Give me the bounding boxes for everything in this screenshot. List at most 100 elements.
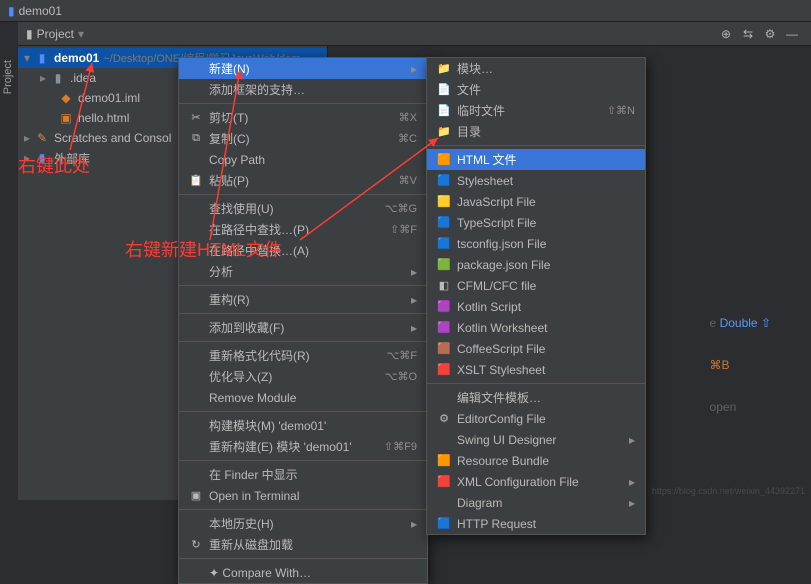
menu-item[interactable]: 🟧HTML 文件 xyxy=(427,149,645,170)
menu-item[interactable]: Copy Path xyxy=(179,149,427,170)
submenu-arrow-icon: ▸ xyxy=(411,517,417,531)
dropdown-icon[interactable]: ▾ xyxy=(78,27,84,41)
context-menu-new: 📁模块…📄文件📄临时文件⇧⌘N📁目录🟧HTML 文件🟦Stylesheet🟨Ja… xyxy=(426,57,646,535)
menu-item[interactable]: ⧉复制(C)⌘C xyxy=(179,128,427,149)
menu-item[interactable]: 🟥XSLT Stylesheet xyxy=(427,359,645,380)
menu-item-label: Copy Path xyxy=(209,153,417,167)
menu-item[interactable]: Remove Module xyxy=(179,387,427,408)
menu-item[interactable]: 📁模块… xyxy=(427,58,645,79)
menu-item[interactable]: 📄文件 xyxy=(427,79,645,100)
menu-item-icon: 📄 xyxy=(435,104,453,117)
menu-item[interactable]: 重新格式化代码(R)⌥⌘F xyxy=(179,345,427,366)
target-icon[interactable]: ⊕ xyxy=(718,27,734,41)
menu-item[interactable]: 🟦TypeScript File xyxy=(427,212,645,233)
menu-item-icon: ✂ xyxy=(187,111,205,124)
menu-separator xyxy=(179,411,427,412)
menu-separator xyxy=(427,145,645,146)
menu-item-label: Stylesheet xyxy=(457,174,635,188)
menu-item-label: Kotlin Script xyxy=(457,300,635,314)
menu-item[interactable]: ↻重新从磁盘加载 xyxy=(179,534,427,555)
menu-separator xyxy=(179,313,427,314)
menu-item[interactable]: 在路径中替换…(A) xyxy=(179,240,427,261)
menu-item[interactable]: ◧CFML/CFC file xyxy=(427,275,645,296)
menu-item-label: EditorConfig File xyxy=(457,412,635,426)
chevron-right-icon[interactable]: ▸ xyxy=(24,131,34,145)
menu-item-icon: 🟧 xyxy=(435,153,453,166)
menu-item[interactable]: 分析▸ xyxy=(179,261,427,282)
menu-item-label: 复制(C) xyxy=(209,130,398,147)
menu-item[interactable]: 📋粘贴(P)⌘V xyxy=(179,170,427,191)
menu-item-label: CoffeeScript File xyxy=(457,342,635,356)
menu-item-icon: ⧉ xyxy=(187,132,205,145)
menu-item[interactable]: Swing UI Designer▸ xyxy=(427,429,645,450)
project-title: demo01 xyxy=(19,4,62,18)
menu-item[interactable]: 🟨JavaScript File xyxy=(427,191,645,212)
hide-icon[interactable]: — xyxy=(784,27,800,41)
menu-item[interactable]: 添加到收藏(F)▸ xyxy=(179,317,427,338)
menu-item[interactable]: 重新构建(E) 模块 'demo01'⇧⌘F9 xyxy=(179,436,427,457)
menu-item[interactable]: ✂剪切(T)⌘X xyxy=(179,107,427,128)
menu-item[interactable]: 重构(R)▸ xyxy=(179,289,427,310)
menu-item-shortcut: ⌥⌘O xyxy=(385,370,417,383)
menu-item[interactable]: 🟩package.json File xyxy=(427,254,645,275)
menu-separator xyxy=(179,460,427,461)
tree-item-label: hello.html xyxy=(78,111,129,125)
menu-item[interactable]: 🟪 Kotlin Script xyxy=(427,296,645,317)
tree-root-label: demo01 xyxy=(54,51,99,65)
menu-item[interactable]: 🟫 CoffeeScript File xyxy=(427,338,645,359)
submenu-arrow-icon: ▸ xyxy=(411,265,417,279)
menu-item-label: 新建(N) xyxy=(209,60,405,77)
menu-item-label: Resource Bundle xyxy=(457,454,635,468)
menu-item-label: 编辑文件模板… xyxy=(457,389,635,406)
menu-item[interactable]: Diagram▸ xyxy=(427,492,645,513)
menu-item-label: Kotlin Worksheet xyxy=(457,321,635,335)
chevron-right-icon[interactable]: ▸ xyxy=(40,71,50,85)
menu-item-label: package.json File xyxy=(457,258,635,272)
project-tool-label[interactable]: Project xyxy=(2,60,14,94)
chevron-down-icon[interactable]: ▾ xyxy=(24,51,34,65)
menu-item-icon: 🟦 xyxy=(435,216,453,229)
menu-item-label: 查找使用(U) xyxy=(209,200,385,217)
menu-item-icon: 🟪 xyxy=(435,321,453,334)
menu-item[interactable]: 🟧Resource Bundle xyxy=(427,450,645,471)
menu-item[interactable]: 🟥XML Configuration File▸ xyxy=(427,471,645,492)
menu-item[interactable]: 查找使用(U)⌥⌘G xyxy=(179,198,427,219)
menu-item-icon: 📁 xyxy=(435,62,453,75)
expand-icon[interactable]: ⇆ xyxy=(740,27,756,41)
menu-item-label: JavaScript File xyxy=(457,195,635,209)
menu-item[interactable]: ✦ Compare With… xyxy=(179,562,427,583)
menu-item[interactable]: 🟦Stylesheet xyxy=(427,170,645,191)
menu-item[interactable]: 编辑文件模板… xyxy=(427,387,645,408)
menu-item[interactable]: ⚙EditorConfig File xyxy=(427,408,645,429)
menu-item-icon: ↻ xyxy=(187,538,205,551)
menu-item-icon: 🟫 xyxy=(435,342,453,355)
menu-separator xyxy=(179,103,427,104)
submenu-arrow-icon: ▸ xyxy=(411,321,417,335)
menu-item-icon: 🟪 xyxy=(435,300,453,313)
menu-item-label: Remove Module xyxy=(209,391,417,405)
menu-item[interactable]: 优化导入(Z)⌥⌘O xyxy=(179,366,427,387)
toolbar-label[interactable]: Project xyxy=(37,27,74,41)
menu-item[interactable]: 📁目录 xyxy=(427,121,645,142)
hint-kbd: ⌘B xyxy=(710,358,730,372)
menu-item-label: 添加框架的支持… xyxy=(209,81,417,98)
menu-item[interactable]: 新建(N)▸ xyxy=(179,58,427,79)
menu-item[interactable]: 🟦HTTP Request xyxy=(427,513,645,534)
file-icon: ◆ xyxy=(58,91,74,105)
menu-item[interactable]: 本地历史(H)▸ xyxy=(179,513,427,534)
menu-item[interactable]: 构建模块(M) 'demo01' xyxy=(179,415,427,436)
chevron-right-icon[interactable]: ▸ xyxy=(24,151,34,165)
menu-item[interactable]: 📄临时文件⇧⌘N xyxy=(427,100,645,121)
menu-item[interactable]: 在路径中查找…(P)⇧⌘F xyxy=(179,219,427,240)
project-icon: ▮ xyxy=(26,27,33,41)
menu-item[interactable]: 🟦tsconfig.json File xyxy=(427,233,645,254)
folder-icon: ▮ xyxy=(50,71,66,85)
gear-icon[interactable]: ⚙ xyxy=(762,27,778,41)
menu-separator xyxy=(427,383,645,384)
editor-hints: e Double ⇧ ⌘B open xyxy=(710,311,771,419)
menu-item[interactable]: 🟪 Kotlin Worksheet xyxy=(427,317,645,338)
menu-item[interactable]: 添加框架的支持… xyxy=(179,79,427,100)
menu-item[interactable]: ▣Open in Terminal xyxy=(179,485,427,506)
menu-item-label: 目录 xyxy=(457,123,635,140)
menu-item[interactable]: 在 Finder 中显示 xyxy=(179,464,427,485)
